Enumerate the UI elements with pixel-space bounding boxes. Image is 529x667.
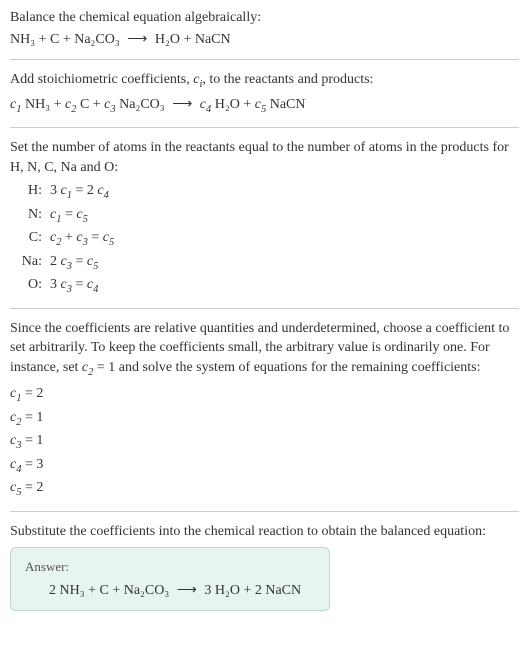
sp5: NaCN: [266, 97, 305, 112]
intro-eq-rhs: H₂O + NaCN: [155, 32, 231, 47]
arrow-icon: ⟶: [172, 95, 192, 115]
atom-eq: c1 = c5: [50, 205, 88, 227]
divider: [10, 127, 519, 128]
cv: c4: [87, 277, 98, 292]
cv: c3: [61, 277, 72, 292]
intro-text: Balance the chemical equation algebraica…: [10, 8, 519, 28]
mid: +: [61, 230, 76, 245]
step4-section: Substitute the coefficients into the che…: [10, 522, 519, 611]
step1-section: Add stoichiometric coefficients, ci, to …: [10, 70, 519, 117]
posteq: =: [88, 230, 103, 245]
answer-rhs: 3 H₂O + 2 NaCN: [204, 583, 301, 598]
atom-row-na: Na: 2 c3 = c5: [14, 252, 519, 274]
coeff-row: c3 = 1: [10, 431, 519, 453]
cv: c5: [10, 480, 21, 495]
cv: c3: [10, 433, 21, 448]
step1-equation: c1 NH₃ + c2 C + c3 Na₂CO₃ ⟶ c4 H₂O + c5 …: [10, 95, 519, 117]
v: = 1: [21, 433, 43, 448]
atom-row-n: N: c1 = c5: [14, 205, 519, 227]
c1: c1: [10, 97, 21, 112]
atom-label: O:: [14, 275, 42, 295]
coeff-row: c5 = 2: [10, 478, 519, 500]
intro-section: Balance the chemical equation algebraica…: [10, 8, 519, 49]
answer-lhs: 2 NH₃ + C + Na₂CO₃: [49, 583, 169, 598]
cv: c4: [10, 457, 21, 472]
pre: 2: [50, 254, 61, 269]
atom-row-o: O: 3 c3 = c4: [14, 275, 519, 297]
cv: c1: [61, 183, 72, 198]
cv: c3: [76, 230, 87, 245]
c2-var: c2: [82, 360, 93, 375]
sp4: H₂O +: [211, 97, 255, 112]
s: 4: [104, 190, 109, 201]
cv: c1: [10, 386, 21, 401]
pre: 3: [50, 183, 61, 198]
intro-equation: NH₃ + C + Na₂CO₃ ⟶ H₂O + NaCN: [10, 30, 519, 50]
step3-text: Since the coefficients are relative quan…: [10, 319, 519, 381]
cv: c2: [10, 410, 21, 425]
sp1: NH₃ +: [21, 97, 65, 112]
coefficient-list: c1 = 2 c2 = 1 c3 = 1 c4 = 3 c5 = 2: [10, 384, 519, 500]
mid: = 2: [72, 183, 97, 198]
atom-eq: 2 c3 = c5: [50, 252, 98, 274]
answer-equation: 2 NH₃ + C + Na₂CO₃ ⟶ 3 H₂O + 2 NaCN: [25, 581, 315, 601]
atom-label: N:: [14, 205, 42, 225]
c4: c4: [200, 97, 211, 112]
atom-label: Na:: [14, 252, 42, 272]
step2-section: Set the number of atoms in the reactants…: [10, 138, 519, 298]
atom-eq: 3 c3 = c4: [50, 275, 98, 297]
mid: =: [72, 277, 87, 292]
s: 5: [83, 214, 88, 225]
v: = 2: [21, 386, 43, 401]
sp3: Na₂CO₃: [116, 97, 165, 112]
atom-eq: c2 + c3 = c5: [50, 228, 114, 250]
intro-eq-lhs: NH₃ + C + Na₂CO₃: [10, 32, 120, 47]
step1-text-part1: Add stoichiometric coefficients,: [10, 72, 193, 87]
step2-text: Set the number of atoms in the reactants…: [10, 138, 519, 177]
mid: =: [61, 207, 76, 222]
step1-text: Add stoichiometric coefficients, ci, to …: [10, 70, 519, 92]
answer-label: Answer:: [25, 558, 315, 576]
step3-section: Since the coefficients are relative quan…: [10, 319, 519, 501]
answer-box: Answer: 2 NH₃ + C + Na₂CO₃ ⟶ 3 H₂O + 2 N…: [10, 547, 330, 611]
atom-label: C:: [14, 228, 42, 248]
atom-label: H:: [14, 181, 42, 201]
arrow-icon: ⟶: [127, 30, 147, 50]
sp2: C +: [76, 97, 104, 112]
step4-text: Substitute the coefficients into the che…: [10, 522, 519, 542]
cv: c4: [97, 183, 108, 198]
s: 5: [109, 237, 114, 248]
atom-row-c: C: c2 + c3 = c5: [14, 228, 519, 250]
pre: 3: [50, 277, 61, 292]
coeff-row: c1 = 2: [10, 384, 519, 406]
coeff-row: c4 = 3: [10, 455, 519, 477]
s: 5: [93, 261, 98, 272]
atom-row-h: H: 3 c1 = 2 c4: [14, 181, 519, 203]
c5: c5: [255, 97, 266, 112]
c2: c2: [65, 97, 76, 112]
cv: c5: [87, 254, 98, 269]
cv: c2: [50, 230, 61, 245]
c3: c3: [104, 97, 115, 112]
divider: [10, 59, 519, 60]
cv: c5: [103, 230, 114, 245]
s: 4: [93, 284, 98, 295]
cv: c3: [61, 254, 72, 269]
v: = 2: [21, 480, 43, 495]
cv: c1: [50, 207, 61, 222]
v: = 3: [21, 457, 43, 472]
mid: =: [72, 254, 87, 269]
cv: c5: [76, 207, 87, 222]
atom-equations-table: H: 3 c1 = 2 c4 N: c1 = c5 C: c2 + c3 = c…: [14, 181, 519, 297]
arrow-icon: ⟶: [177, 581, 197, 601]
divider: [10, 511, 519, 512]
atom-eq: 3 c1 = 2 c4: [50, 181, 109, 203]
step3-text-part2: = 1 and solve the system of equations fo…: [93, 360, 480, 375]
coeff-row: c2 = 1: [10, 408, 519, 430]
step1-text-part2: , to the reactants and products:: [202, 72, 373, 87]
divider: [10, 308, 519, 309]
v: = 1: [21, 410, 43, 425]
